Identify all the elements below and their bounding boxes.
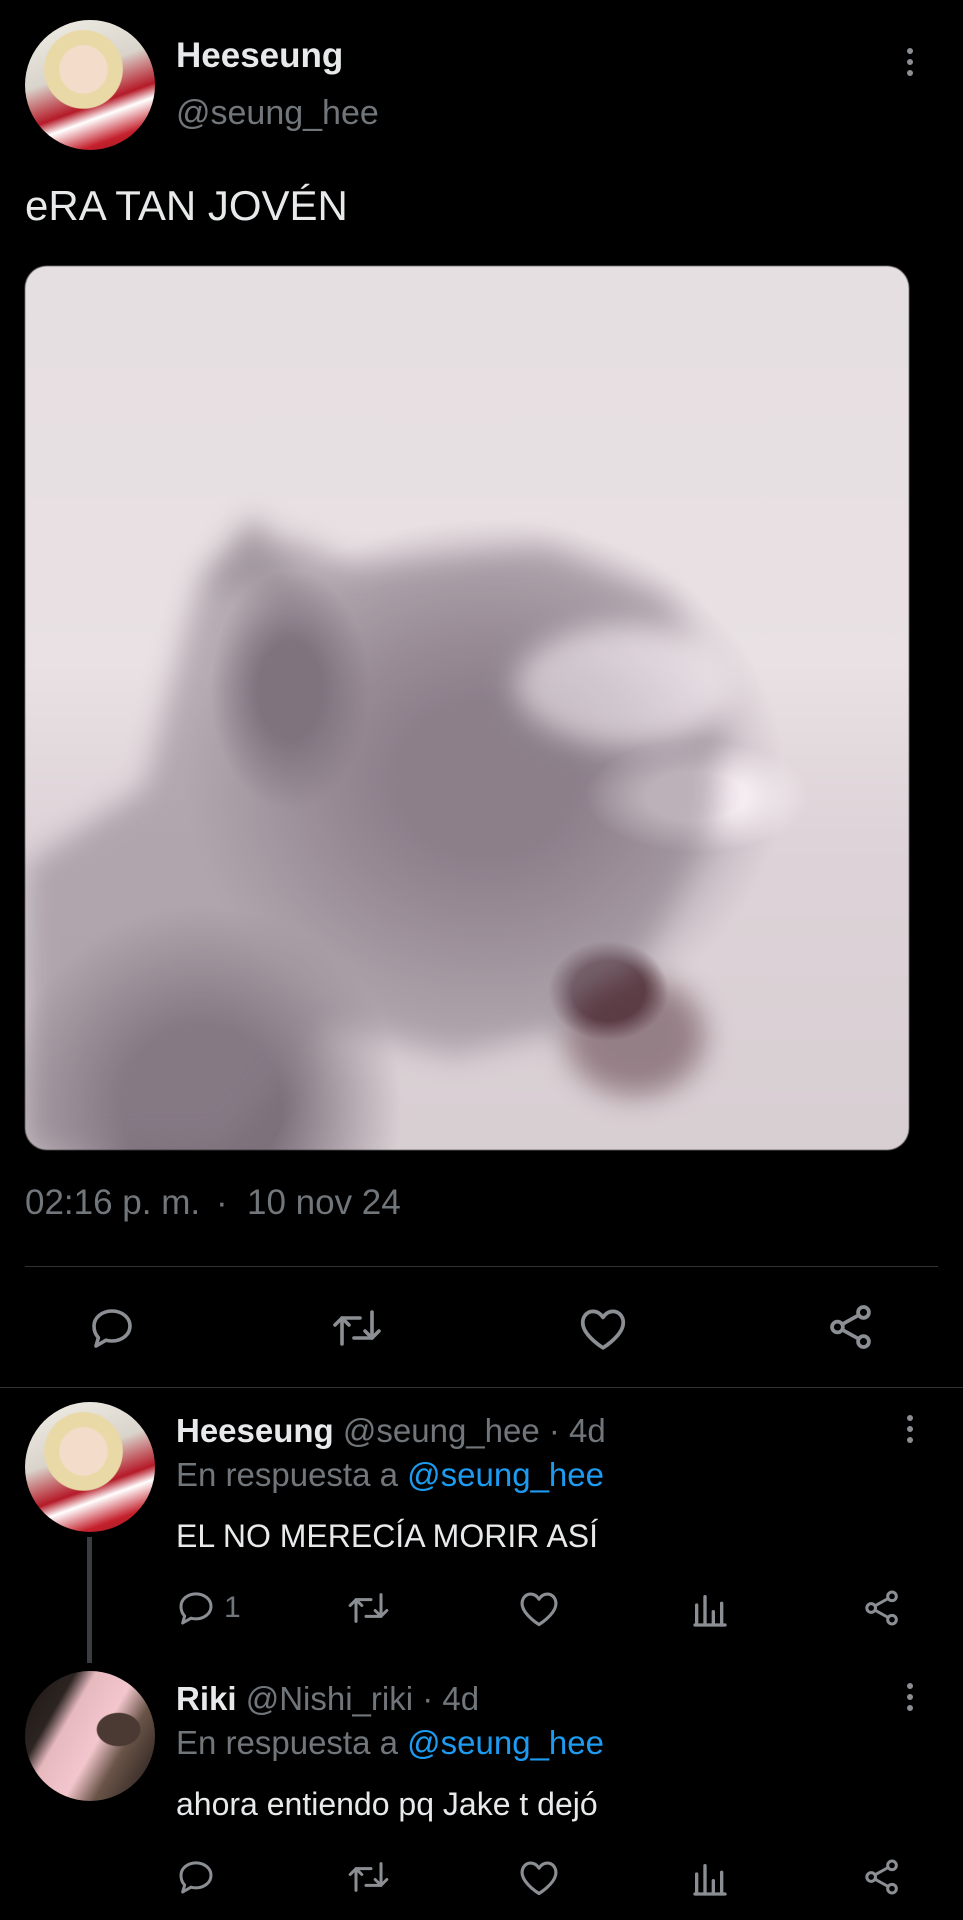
tweet-text: eRA TAN JOVÉN bbox=[25, 182, 348, 229]
display-name[interactable]: Riki bbox=[176, 1680, 237, 1717]
views-icon[interactable] bbox=[690, 1590, 730, 1630]
reply-icon[interactable] bbox=[88, 1304, 136, 1352]
divider bbox=[25, 1266, 938, 1267]
retweet-icon[interactable] bbox=[346, 1857, 391, 1897]
avatar[interactable] bbox=[25, 1671, 155, 1801]
divider bbox=[0, 1387, 963, 1388]
tweet-media[interactable] bbox=[25, 266, 909, 1150]
retweet-icon[interactable] bbox=[346, 1588, 391, 1628]
reply-prefix: En respuesta a bbox=[176, 1724, 398, 1761]
thread-line bbox=[87, 1537, 92, 1663]
reply-to-link[interactable]: @seung_hee bbox=[407, 1724, 604, 1761]
tweet-time: 02:16 p. m. bbox=[25, 1183, 201, 1222]
avatar[interactable] bbox=[25, 1402, 155, 1532]
reply-count: 1 bbox=[224, 1591, 241, 1624]
reply-age: · 4d bbox=[422, 1680, 480, 1717]
retweet-icon[interactable] bbox=[330, 1304, 384, 1352]
share-icon[interactable] bbox=[826, 1302, 876, 1352]
reply-to-link[interactable]: @seung_hee bbox=[407, 1456, 604, 1493]
like-icon[interactable] bbox=[518, 1588, 560, 1628]
more-icon[interactable] bbox=[905, 48, 915, 76]
reply-context: En respuesta a @seung_hee bbox=[176, 1724, 604, 1762]
like-icon[interactable] bbox=[518, 1857, 560, 1897]
like-icon[interactable] bbox=[578, 1304, 628, 1352]
time-separator: · bbox=[216, 1183, 228, 1222]
reply-header: Riki @Nishi_riki · 4d bbox=[176, 1680, 479, 1718]
views-icon[interactable] bbox=[690, 1859, 730, 1899]
share-icon[interactable] bbox=[862, 1857, 902, 1897]
handle[interactable]: @Nishi_riki bbox=[246, 1680, 413, 1717]
handle[interactable]: @seung_hee bbox=[343, 1412, 540, 1449]
reply-icon[interactable] bbox=[176, 1588, 216, 1628]
reply-age: · 4d bbox=[548, 1412, 606, 1449]
reply-header: Heeseung @seung_hee · 4d bbox=[176, 1412, 606, 1450]
display-name[interactable]: Heeseung bbox=[176, 36, 343, 76]
more-icon[interactable] bbox=[905, 1415, 915, 1443]
avatar[interactable] bbox=[25, 20, 155, 150]
tweet-date: 10 nov 24 bbox=[247, 1183, 401, 1222]
reply-context: En respuesta a @seung_hee bbox=[176, 1456, 604, 1494]
reply-text: EL NO MERECÍA MORIR ASÍ bbox=[176, 1518, 599, 1554]
share-icon[interactable] bbox=[862, 1588, 902, 1628]
reply-text: ahora entiendo pq Jake t dejó bbox=[176, 1786, 598, 1822]
display-name[interactable]: Heeseung bbox=[176, 1412, 334, 1449]
more-icon[interactable] bbox=[905, 1683, 915, 1711]
reply-icon[interactable] bbox=[176, 1857, 216, 1897]
handle[interactable]: @seung_hee bbox=[176, 94, 379, 133]
reply-prefix: En respuesta a bbox=[176, 1456, 398, 1493]
